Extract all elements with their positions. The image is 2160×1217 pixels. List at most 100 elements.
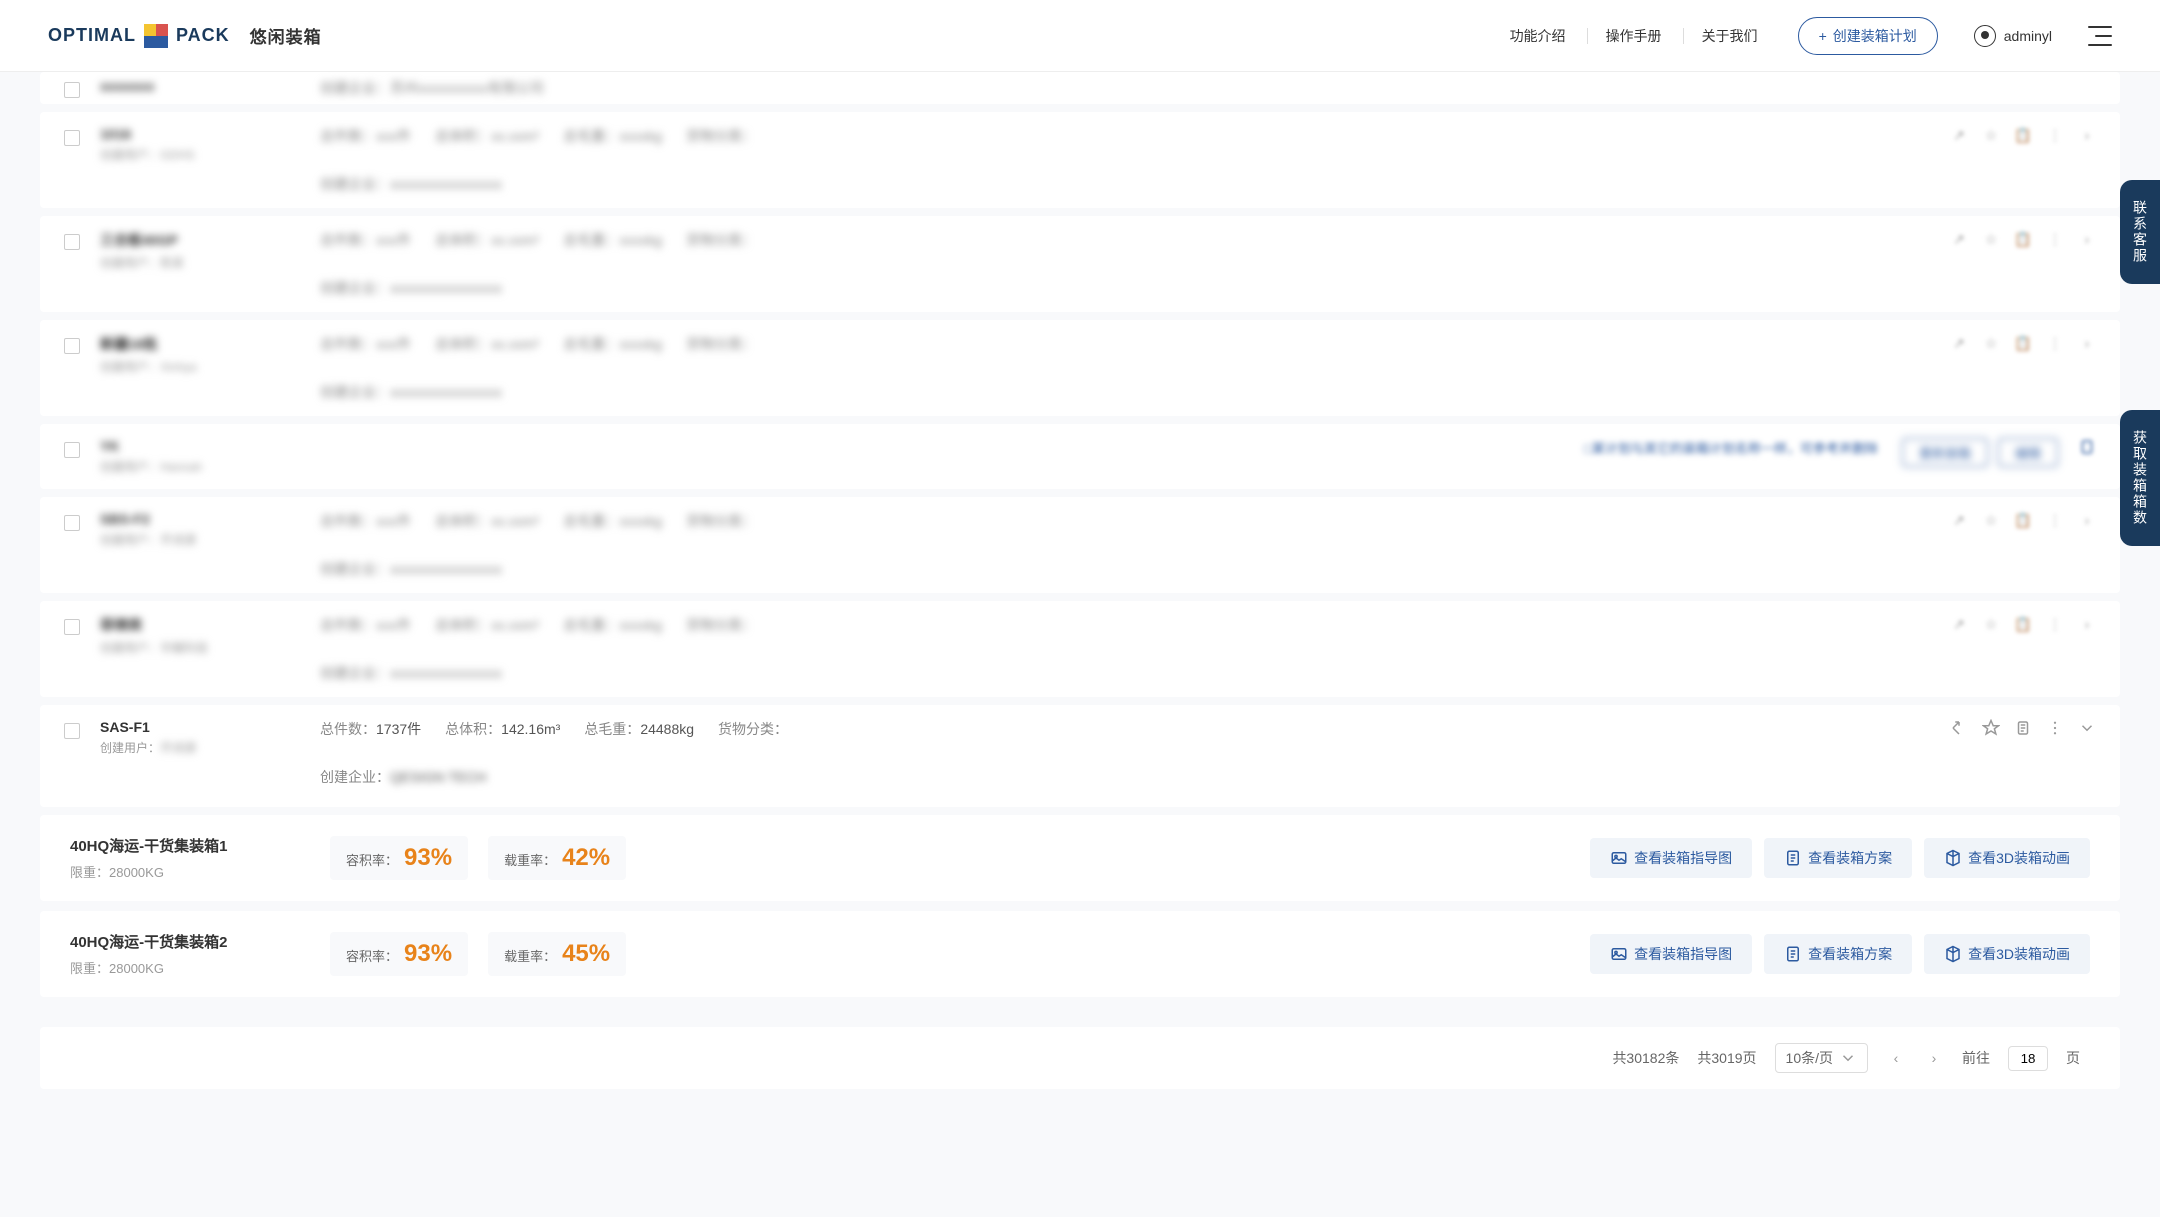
cube-icon — [1944, 945, 1962, 963]
star-icon[interactable]: ☆ — [1982, 615, 2000, 633]
share-icon[interactable]: ↗ — [1950, 126, 1968, 144]
more-icon[interactable]: ⋮ — [2046, 230, 2064, 248]
container-limit: 限重：28000KG — [70, 958, 330, 977]
per-page-select[interactable]: 10条/页 — [1775, 1043, 1868, 1073]
logo-text-2: PACK — [176, 25, 230, 46]
clipboard-icon[interactable]: 📋 — [2014, 334, 2032, 352]
clipboard-icon[interactable]: 📋 — [2014, 615, 2032, 633]
chevron-right-icon[interactable]: › — [2078, 511, 2096, 529]
list-icon — [1784, 945, 1802, 963]
row-title: SBS-F2 — [100, 511, 300, 527]
cube-icon — [1944, 849, 1962, 867]
container-name: 40HQ海运-干货集装箱1 — [70, 835, 330, 856]
main-content: xxxxxxx 创建企业：苏州xxxxxxxxxx有限公司 1016 创建用户：… — [0, 72, 2160, 1027]
share-icon[interactable]: ↗ — [1950, 615, 1968, 633]
row-checkbox[interactable] — [64, 515, 80, 531]
more-icon[interactable]: ⋮ — [2046, 615, 2064, 633]
container-card: 40HQ海运-干货集装箱1 限重：28000KG 容积率：93% 载重率：42%… — [40, 815, 2120, 901]
chevron-right-icon[interactable]: › — [2078, 334, 2096, 352]
username: adminyl — [2004, 28, 2052, 44]
row-title: 1016 — [100, 126, 300, 142]
row-checkbox[interactable] — [64, 619, 80, 635]
row-title: YK — [100, 438, 300, 454]
star-icon[interactable]: ☆ — [1982, 334, 2000, 352]
row-title: SAS-F1 — [100, 719, 300, 735]
star-icon[interactable] — [1982, 719, 2000, 737]
share-icon[interactable]: ↗ — [1950, 511, 1968, 529]
star-icon[interactable]: ☆ — [1982, 126, 2000, 144]
container-name: 40HQ海运-干货集装箱2 — [70, 931, 330, 952]
table-row: YK 创建用户：Hannah □某计划与其它的装箱计划名称一样，可参考并删除重新… — [40, 424, 2120, 489]
capacity-metric: 容积率：93% — [330, 932, 468, 976]
logo-text-1: OPTIMAL — [48, 25, 136, 46]
share-icon[interactable] — [1950, 719, 1968, 737]
row-checkbox[interactable] — [64, 723, 80, 739]
side-tab-boxes[interactable]: 获取装箱箱数 — [2120, 410, 2160, 546]
table-row: 菲律宾 创建用户：华耀科技 总件数：xxx件总体积：xx.xxm³总毛重：xxx… — [40, 601, 2120, 697]
row-checkbox[interactable] — [64, 234, 80, 250]
star-icon[interactable]: ☆ — [1982, 511, 2000, 529]
list-icon — [1784, 849, 1802, 867]
image-icon — [1610, 945, 1628, 963]
logo-subtitle: 悠闲装箱 — [250, 23, 322, 48]
row-checkbox[interactable] — [64, 442, 80, 458]
create-plan-button[interactable]: + 创建装箱计划 — [1798, 17, 1938, 55]
chevron-down-icon[interactable] — [2078, 719, 2096, 737]
row-creator: 创建用户：齐诗源 — [100, 739, 300, 756]
row-actions — [1950, 719, 2096, 737]
clipboard-icon[interactable]: 📋 — [2014, 511, 2032, 529]
prev-page[interactable]: ‹ — [1886, 1050, 1906, 1066]
container-card: 40HQ海运-干货集装箱2 限重：28000KG 容积率：93% 载重率：45%… — [40, 911, 2120, 997]
user-menu[interactable]: adminyl — [1974, 25, 2052, 47]
view-plan-button[interactable]: 查看装箱方案 — [1764, 838, 1912, 878]
row-creator: 创建用户：陈某 — [100, 254, 300, 271]
view-guide-button[interactable]: 查看装箱指导图 — [1590, 934, 1752, 974]
plus-icon: + — [1819, 28, 1827, 44]
total-pages: 共3019页 — [1697, 1048, 1756, 1068]
image-icon — [1610, 849, 1628, 867]
avatar-icon — [1974, 25, 1996, 47]
chevron-right-icon[interactable]: › — [2078, 126, 2096, 144]
load-metric: 载重率：42% — [488, 836, 626, 880]
row-creator: 创建用户：Hannah — [100, 458, 300, 475]
clipboard-icon[interactable] — [2014, 719, 2032, 737]
next-page[interactable]: › — [1924, 1050, 1944, 1066]
table-row-expanded: SAS-F1 创建用户：齐诗源 总件数：1737件 总体积：142.16m³ 总… — [40, 705, 2120, 807]
capacity-metric: 容积率：93% — [330, 836, 468, 880]
table-row: 1016 创建用户：GDHS 总件数：xxx件总体积：xx.xxm³总毛重：xx… — [40, 112, 2120, 208]
row-title: 新疆18批 — [100, 334, 300, 354]
row-stats: 总件数：1737件 总体积：142.16m³ 总毛重：24488kg 货物分类：… — [320, 719, 1930, 787]
page-input[interactable] — [2008, 1046, 2048, 1071]
nav-manual[interactable]: 操作手册 — [1602, 26, 1666, 46]
view-3d-button[interactable]: 查看3D装箱动画 — [1924, 934, 2090, 974]
view-plan-button[interactable]: 查看装箱方案 — [1764, 934, 1912, 974]
more-icon[interactable] — [2046, 719, 2064, 737]
nav-features[interactable]: 功能介绍 — [1506, 26, 1570, 46]
more-icon[interactable]: ⋮ — [2046, 334, 2064, 352]
clipboard-icon[interactable]: 📋 — [2014, 126, 2032, 144]
table-row: 三合板40GP 创建用户：陈某 总件数：xxx件总体积：xx.xxm³总毛重：x… — [40, 216, 2120, 312]
more-icon[interactable]: ⋮ — [2046, 511, 2064, 529]
share-icon[interactable]: ↗ — [1950, 230, 1968, 248]
row-checkbox[interactable] — [64, 338, 80, 354]
row-title: 三合板40GP — [100, 230, 300, 250]
view-3d-button[interactable]: 查看3D装箱动画 — [1924, 838, 2090, 878]
more-icon[interactable]: ⋮ — [2046, 126, 2064, 144]
hamburger-icon[interactable] — [2088, 26, 2112, 46]
row-checkbox[interactable] — [64, 82, 80, 98]
star-icon[interactable]: ☆ — [1982, 230, 2000, 248]
side-tab-contact[interactable]: 联系客服 — [2120, 180, 2160, 284]
chevron-right-icon[interactable]: › — [2078, 615, 2096, 633]
view-guide-button[interactable]: 查看装箱指导图 — [1590, 838, 1752, 878]
nav-about[interactable]: 关于我们 — [1698, 26, 1762, 46]
clipboard-icon[interactable]: 📋 — [2014, 230, 2032, 248]
logo[interactable]: OPTIMAL PACK 悠闲装箱 — [48, 23, 322, 48]
chevron-right-icon[interactable]: › — [2078, 230, 2096, 248]
goto-label: 前往 — [1962, 1048, 1990, 1068]
share-icon[interactable]: ↗ — [1950, 334, 1968, 352]
clipboard-icon[interactable] — [2078, 438, 2096, 456]
logo-icon — [144, 24, 168, 48]
create-plan-label: 创建装箱计划 — [1833, 26, 1917, 46]
container-limit: 限重：28000KG — [70, 862, 330, 881]
row-checkbox[interactable] — [64, 130, 80, 146]
